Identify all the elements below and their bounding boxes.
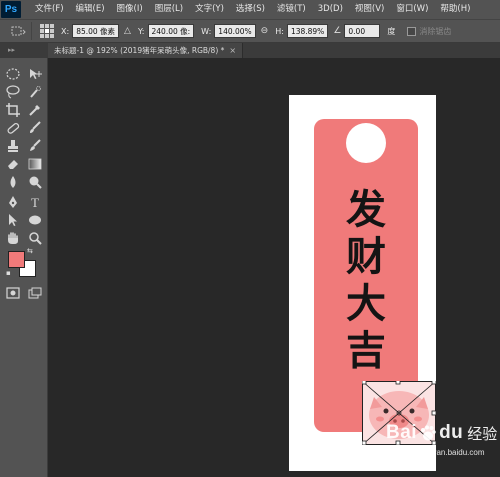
menu-bar: Ps 文件(F) 编辑(E) 图像(I) 图层(L) 文字(Y) 选择(S) 滤…: [0, 0, 500, 19]
blur-tool-icon[interactable]: [3, 173, 23, 191]
options-bar: X: 85.00 像素 △ Y: 240.00 像: W: 140.00% ⊖ …: [0, 19, 500, 43]
tag-text: 发 财 大 吉: [314, 187, 418, 375]
type-tool-icon[interactable]: T: [25, 193, 45, 211]
watermark-brand-right: du: [439, 422, 464, 443]
y-position-field[interactable]: 240.00 像:: [147, 24, 195, 38]
eyedropper-icon[interactable]: [25, 101, 45, 119]
menu-select[interactable]: 选择(S): [230, 0, 271, 19]
w-label: W:: [201, 26, 212, 36]
watermark-url: jingyan.baidu.com: [420, 448, 485, 457]
quick-mask-icon[interactable]: [3, 284, 23, 302]
swap-colors-icon[interactable]: ⇆: [27, 247, 33, 255]
menu-view[interactable]: 视图(V): [349, 0, 390, 19]
quick-selection-icon[interactable]: [25, 83, 45, 101]
foreground-color-swatch[interactable]: [8, 251, 25, 268]
move-tool-icon[interactable]: [25, 65, 45, 83]
clone-stamp-icon[interactable]: [3, 137, 23, 155]
canvas-area[interactable]: 发 财 大 吉 Bai du 经验 jingyan.baidu.com: [48, 58, 500, 477]
antialias-checkbox[interactable]: [407, 26, 417, 36]
eraser-tool-icon[interactable]: [3, 155, 23, 173]
watermark-brand-left: Bai: [386, 422, 418, 443]
ellipse-shape-icon[interactable]: [25, 211, 45, 229]
h-label: H:: [275, 26, 284, 36]
document-tab[interactable]: 未标题-1 @ 192% (2019猪年呆萌头像, RGB/8) * ×: [48, 43, 244, 58]
move-transform-icon: [11, 26, 26, 36]
hand-tool-icon[interactable]: [3, 229, 23, 247]
document-tab-strip: ▸▸ 未标题-1 @ 192% (2019猪年呆萌头像, RGB/8) * ×: [0, 43, 500, 58]
collapse-panel-icon[interactable]: ▸▸: [8, 46, 15, 54]
tag-char-1: 发: [346, 187, 386, 233]
pen-tool-icon[interactable]: [3, 193, 23, 211]
brush-tool-icon[interactable]: [25, 119, 45, 137]
tag-char-3: 大: [346, 281, 386, 327]
menu-layer[interactable]: 图层(L): [149, 0, 189, 19]
menu-window[interactable]: 窗口(W): [390, 0, 434, 19]
menu-3d[interactable]: 3D(D): [312, 0, 349, 19]
document-tab-title: 未标题-1 @ 192% (2019猪年呆萌头像, RGB/8) *: [54, 46, 225, 55]
triangle-delta-icon[interactable]: △: [124, 26, 131, 36]
menu-file[interactable]: 文件(F): [29, 0, 70, 19]
photoshop-logo: Ps: [1, 1, 21, 18]
default-colors-icon[interactable]: ▪: [6, 269, 11, 277]
watermark-brand-cn: 经验: [467, 424, 498, 443]
angle-icon: ∠: [333, 26, 342, 36]
tag-hole: [346, 123, 386, 163]
screen-mode-icon[interactable]: [25, 284, 45, 302]
antialias-label: 消除锯齿: [419, 26, 452, 36]
menu-image[interactable]: 图像(I): [111, 0, 149, 19]
close-tab-icon[interactable]: ×: [229, 46, 236, 55]
tag-char-4: 吉: [346, 328, 386, 374]
x-position-field[interactable]: 85.00 像素: [72, 24, 120, 38]
zoom-tool-icon[interactable]: [25, 229, 45, 247]
baidu-paw-icon: [421, 425, 436, 441]
photoshop-window: Ps 文件(F) 编辑(E) 图像(I) 图层(L) 文字(Y) 选择(S) 滤…: [0, 0, 500, 477]
angle-unit: 度: [387, 26, 396, 36]
tools-panel: T ⇆ ▪: [0, 58, 48, 477]
tag-char-2: 财: [346, 234, 386, 280]
menu-type[interactable]: 文字(Y): [189, 0, 230, 19]
link-icon[interactable]: ⊖: [261, 26, 269, 36]
x-label: X:: [61, 26, 70, 36]
y-label: Y:: [137, 26, 145, 36]
lasso-tool-icon[interactable]: [3, 83, 23, 101]
height-scale-field[interactable]: 138.89%: [286, 24, 329, 38]
rotation-angle-field[interactable]: 0.00: [344, 24, 381, 38]
crop-tool-icon[interactable]: [3, 101, 23, 119]
baidu-jingyan-watermark: Bai du 经验: [386, 422, 497, 444]
tool-preset-picker[interactable]: [4, 22, 32, 40]
menu-filter[interactable]: 滤镜(T): [271, 0, 312, 19]
menu-edit[interactable]: 编辑(E): [70, 0, 111, 19]
history-brush-icon[interactable]: [25, 137, 45, 155]
healing-brush-icon[interactable]: [3, 119, 23, 137]
gradient-tool-icon[interactable]: [25, 155, 45, 173]
menu-items: 文件(F) 编辑(E) 图像(I) 图层(L) 文字(Y) 选择(S) 滤镜(T…: [29, 0, 476, 19]
dodge-tool-icon[interactable]: [25, 173, 45, 191]
width-scale-field[interactable]: 140.00%: [214, 24, 256, 38]
reference-point-icon[interactable]: [40, 24, 54, 38]
menu-help[interactable]: 帮助(H): [434, 0, 476, 19]
marquee-tool-icon[interactable]: [3, 65, 23, 83]
path-selection-icon[interactable]: [3, 211, 23, 229]
